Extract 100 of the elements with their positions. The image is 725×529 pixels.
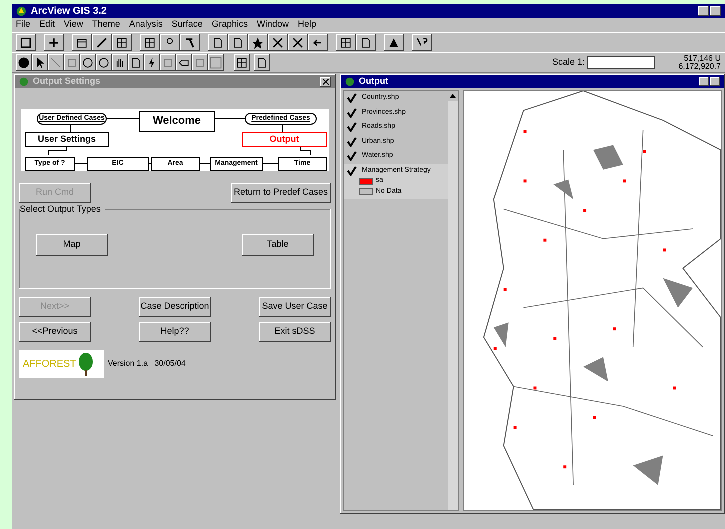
menu-item[interactable]: Surface: [172, 18, 203, 32]
toolbar-button[interactable]: [96, 54, 112, 71]
tool-icon: [291, 36, 305, 50]
tool-icon: [231, 36, 245, 50]
check-mark[interactable]: [347, 93, 357, 104]
coordinate-readout: 517,146 U: [684, 54, 721, 62]
toolbar-button[interactable]: [180, 34, 200, 51]
toolbar-button[interactable]: [234, 54, 250, 71]
close-button[interactable]: [320, 76, 331, 86]
menu-item[interactable]: Help: [298, 18, 316, 32]
minimize-button[interactable]: [699, 77, 709, 86]
version-text: Version 1.a 30/05/04: [108, 358, 186, 370]
dialog-button[interactable]: Return to Predef Cases: [231, 183, 331, 203]
toolbar-button[interactable]: [356, 34, 376, 51]
tool-icon: [19, 36, 33, 50]
toolbar-button[interactable]: [160, 34, 180, 51]
check-mark[interactable]: [347, 136, 357, 147]
dialog-button[interactable]: Map: [36, 234, 108, 256]
toolbar-button[interactable]: [160, 54, 176, 71]
tool-icon: [47, 36, 61, 50]
toolbar-button[interactable]: [248, 34, 268, 51]
tool-icon: [17, 56, 31, 70]
toolbar-button[interactable]: [268, 34, 288, 51]
toolbar-button[interactable]: [288, 34, 308, 51]
toolbar-button[interactable]: [32, 54, 48, 71]
scale-label: Scale 1:: [552, 56, 585, 69]
tool-icon: [115, 36, 129, 50]
tool-icon: [143, 36, 157, 50]
toolbar-button[interactable]: [64, 54, 80, 71]
check-mark[interactable]: [347, 166, 357, 176]
minimize-button[interactable]: [698, 6, 709, 16]
dialog-button[interactable]: Help??: [139, 322, 211, 342]
app-icon: [345, 76, 355, 86]
menu-item[interactable]: View: [64, 18, 84, 32]
toolbar-button[interactable]: [72, 34, 92, 51]
check-mark[interactable]: [347, 108, 357, 118]
app-icon: [19, 76, 29, 86]
toolbar-button[interactable]: [44, 34, 64, 51]
close-icon: [322, 78, 328, 84]
diagram-node[interactable]: Welcome: [139, 111, 215, 132]
toolbar-button[interactable]: [336, 34, 356, 51]
logo-text: AFFOREST: [23, 358, 76, 372]
toolbar-button[interactable]: [228, 34, 248, 51]
dialog-button[interactable]: Table: [242, 234, 314, 256]
dialog-button[interactable]: <<Previous: [19, 322, 91, 342]
check-mark[interactable]: [347, 122, 357, 132]
toolbar-button[interactable]: [48, 54, 64, 71]
maximize-button[interactable]: [710, 77, 720, 86]
tool-icon: [255, 56, 269, 70]
tool-icon: [49, 56, 63, 70]
toolbar-button[interactable]: [384, 34, 404, 51]
toolbar-button[interactable]: [80, 54, 96, 71]
toolbar-button[interactable]: [112, 54, 128, 71]
toolbar-button[interactable]: [128, 54, 144, 71]
scale-field[interactable]: [587, 56, 655, 69]
tool-icon: [271, 36, 285, 50]
app-icon: [16, 6, 27, 16]
maximize-button[interactable]: [710, 6, 721, 16]
coordinate-readout: 6,172,920.7: [678, 62, 721, 70]
tool-icon: [209, 56, 223, 70]
menu-item[interactable]: File: [16, 18, 31, 32]
toolbar-button[interactable]: [192, 54, 208, 71]
diagram-node[interactable]: Output: [242, 132, 327, 147]
menu-item[interactable]: Window: [256, 18, 289, 32]
dialog-button[interactable]: Case Description: [139, 297, 211, 317]
tool-icon: [211, 36, 225, 50]
tree-icon: [78, 352, 94, 376]
toolbar-button[interactable]: [112, 34, 132, 51]
tool-icon: [129, 56, 143, 70]
tool-icon: [235, 56, 249, 70]
toolbar-button[interactable]: [144, 54, 160, 71]
toolbar-button[interactable]: [412, 34, 432, 51]
toolbar-button[interactable]: [176, 54, 192, 71]
scrollbar[interactable]: [448, 91, 458, 510]
toolbar-button[interactable]: [92, 34, 112, 51]
toolbar-button[interactable]: [16, 54, 32, 71]
toolbar-button[interactable]: [308, 34, 328, 51]
tool-icon: [339, 36, 353, 50]
window-title: Output: [359, 74, 388, 88]
window-title: ArcView GIS 3.2: [31, 4, 107, 18]
dialog-title: Output Settings: [33, 74, 100, 88]
group-label: Select Output Types: [20, 203, 105, 216]
toolbar-button[interactable]: [140, 34, 160, 51]
menu-item[interactable]: Analysis: [129, 18, 163, 32]
toolbar-button[interactable]: [208, 34, 228, 51]
menu-item[interactable]: Edit: [40, 18, 56, 32]
menu-item[interactable]: Theme: [92, 18, 120, 32]
tool-icon: [251, 36, 265, 50]
check-mark[interactable]: [347, 151, 357, 162]
toolbar-button[interactable]: [208, 54, 224, 71]
menu-item[interactable]: Graphics: [212, 18, 248, 32]
tool-icon: [97, 56, 111, 70]
toolbar-button[interactable]: [16, 34, 36, 51]
diagram-node[interactable]: User Settings: [25, 132, 109, 147]
dialog-button[interactable]: Exit sDSS: [259, 322, 331, 342]
tool-icon: [95, 36, 109, 50]
scroll-up-icon[interactable]: [448, 91, 458, 101]
dialog-button[interactable]: Save User Case: [259, 297, 331, 317]
tool-icon: [359, 36, 373, 50]
toolbar-button[interactable]: [254, 54, 270, 71]
